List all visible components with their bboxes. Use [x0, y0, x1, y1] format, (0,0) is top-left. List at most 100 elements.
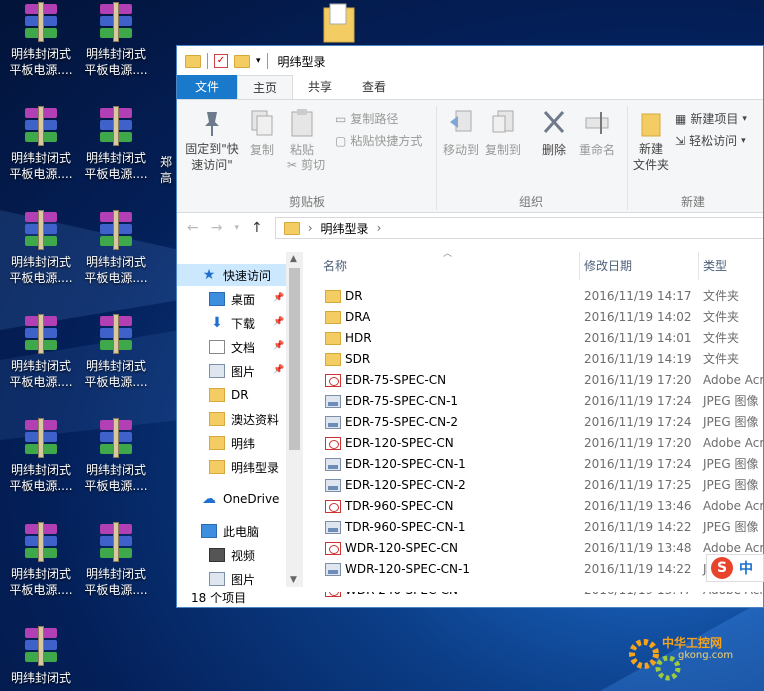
delete-button[interactable]: 删除 [537, 108, 571, 158]
breadcrumb-current[interactable]: 明纬型录 [321, 220, 369, 237]
column-type[interactable]: 类型 [703, 252, 727, 280]
desktop-archive-icon[interactable]: 明纬封闭式 平板电源.... [3, 314, 79, 390]
nav-scrollbar[interactable]: ▲ ▼ [286, 252, 303, 587]
column-name[interactable]: 名称 [323, 252, 347, 280]
copy-to-button[interactable]: 复制到 [483, 108, 523, 158]
chevron-down-icon[interactable]: ▾ [234, 223, 239, 233]
nav-item[interactable]: 此电脑 [201, 520, 259, 542]
pin-icon[interactable]: 📌 [273, 293, 284, 303]
desktop-archive-icon[interactable]: 明纬封闭式 平板电源.... [78, 314, 154, 390]
nav-item[interactable]: 图片 [209, 360, 255, 382]
rename-button[interactable]: 重命名 [575, 108, 619, 158]
desktop-archive-icon[interactable]: 明纬封闭式 平板电源.... [78, 106, 154, 182]
file-row[interactable]: EDR-120-SPEC-CN-2 2016/11/19 17:25 JPEG 图像 [303, 475, 763, 496]
desktop-archive-icon[interactable]: 明纬封闭式 平板电源.... [78, 2, 154, 78]
paste-button[interactable]: 粘贴 [285, 108, 319, 158]
scroll-up-icon[interactable]: ▲ [290, 254, 297, 264]
nav-item[interactable]: 明纬 [209, 432, 255, 454]
desktop-archive-icon[interactable]: 明纬封闭式 平板电源.... [78, 210, 154, 286]
folder-icon [283, 221, 300, 235]
desktop-archive-icon[interactable]: 明纬封闭式 平板电源.... [78, 418, 154, 494]
copy-button[interactable]: 复制 [245, 108, 279, 158]
file-type: Adobe Acr [703, 499, 764, 513]
desktop-archive-icon[interactable]: 明纬封闭式 平板电源.... [78, 522, 154, 598]
desktop-archive-icon[interactable]: 明纬封闭式 平板电源.... [3, 2, 79, 78]
file-date: 2016/11/19 17:20 [584, 373, 692, 387]
pin-icon[interactable]: 📌 [273, 317, 284, 327]
column-date[interactable]: 修改日期 [584, 252, 632, 280]
copy-to-label: 复制到 [484, 143, 521, 157]
cut-button[interactable]: ✂ 剪切 [287, 156, 325, 173]
file-row[interactable]: DRA 2016/11/19 14:02 文件夹 [303, 307, 763, 328]
nav-item[interactable]: ⬇ 下载 [209, 312, 255, 334]
copy-path-icon: ▭ [335, 111, 347, 126]
pin-icon[interactable]: 📌 [273, 341, 284, 351]
back-arrow-icon[interactable]: ← [187, 220, 199, 236]
divider[interactable] [579, 252, 580, 280]
file-date: 2016/11/19 17:20 [584, 436, 692, 450]
file-date: 2016/11/19 14:02 [584, 310, 692, 324]
new-folder-icon[interactable] [234, 54, 250, 68]
ime-toolbar[interactable]: S 中 [706, 554, 764, 582]
easy-access-label: 轻松访问 [689, 134, 738, 148]
paste-shortcut-label: 粘贴快捷方式 [350, 134, 423, 148]
desktop-archive-icon[interactable]: 明纬封闭式 平板电源.... [3, 210, 79, 286]
sogou-logo-icon[interactable]: S [711, 557, 733, 579]
address-input[interactable]: › 明纬型录 › [274, 217, 763, 239]
paste-shortcut-button[interactable]: ▢ 粘贴快捷方式 [335, 132, 422, 149]
desktop-archive-icon[interactable]: 明纬封闭式 平板电源.... [3, 106, 79, 182]
organize-group-label: 组织 [519, 195, 544, 209]
file-row[interactable]: DR 2016/11/19 14:17 文件夹 [303, 286, 763, 307]
nav-item[interactable]: 文档 [209, 336, 255, 358]
tab-view[interactable]: 查看 [347, 75, 401, 99]
desktop-icon-label: 明纬封闭式 平板电源.... [84, 359, 148, 389]
new-folder-button[interactable]: 新建 文件夹 [631, 108, 671, 173]
scroll-down-icon[interactable]: ▼ [290, 575, 297, 585]
desktop-archive-icon[interactable]: 明纬封闭式 [3, 626, 79, 686]
folder-icon [209, 436, 225, 450]
chevron-down-icon[interactable]: ▾ [256, 56, 261, 66]
file-row[interactable]: EDR-75-SPEC-CN-2 2016/11/19 17:24 JPEG 图像 [303, 412, 763, 433]
file-type: 文件夹 [703, 331, 740, 345]
move-to-button[interactable]: 移动到 [441, 108, 481, 158]
nav-item[interactable]: ★ 快速访问 [177, 264, 287, 286]
desktop-archive-icon[interactable]: 明纬封闭式 平板电源.... [3, 418, 79, 494]
desktop-folder-icon[interactable] [322, 2, 356, 44]
nav-item[interactable]: ☁ OneDrive [201, 488, 279, 510]
nav-item[interactable]: 澳达资料 [209, 408, 279, 430]
breadcrumb-separator[interactable]: › [377, 221, 382, 235]
tab-file[interactable]: 文件 [177, 75, 237, 99]
file-row[interactable]: TDR-960-SPEC-CN-1 2016/11/19 14:22 JPEG 图像 [303, 517, 763, 538]
winrar-archive-icon [97, 210, 135, 250]
pin-quick-access-button[interactable]: 固定到"快 速访问" [183, 108, 241, 173]
nav-item[interactable]: 视频 [209, 544, 255, 566]
properties-icon[interactable]: ✓ [214, 54, 228, 68]
file-row[interactable]: WDR-120-SPEC-CN 2016/11/19 13:48 Adobe Acr [303, 538, 763, 559]
new-item-button[interactable]: ▦ 新建项目 ▾ [675, 110, 747, 127]
file-row[interactable]: TDR-960-SPEC-CN 2016/11/19 13:46 Adobe Acr [303, 496, 764, 517]
tab-home[interactable]: 主页 [237, 75, 294, 99]
pin-icon[interactable]: 📌 [273, 365, 284, 375]
desktop-partial-icon[interactable]: 郑 高 [160, 154, 176, 186]
tab-share[interactable]: 共享 [293, 75, 347, 99]
desktop-archive-icon[interactable]: 明纬封闭式 平板电源.... [3, 522, 79, 598]
nav-item[interactable]: 桌面 [209, 288, 255, 310]
nav-item[interactable]: 明纬型录 [209, 456, 279, 478]
easy-access-button[interactable]: ⇲ 轻松访问 ▾ [675, 132, 746, 149]
file-row[interactable]: SDR 2016/11/19 14:19 文件夹 [303, 349, 763, 370]
divider[interactable] [698, 252, 699, 280]
up-arrow-icon[interactable]: ↑ [251, 220, 263, 236]
file-row[interactable]: WDR-120-SPEC-CN-12016/11/19 14:22JPEG 图像 [303, 559, 763, 580]
scroll-thumb[interactable] [289, 268, 300, 450]
file-row[interactable]: EDR-120-SPEC-CN-1 2016/11/19 17:24 JPEG 图像 [303, 454, 763, 475]
copy-path-button[interactable]: ▭ 复制路径 [335, 110, 398, 127]
ime-mode[interactable]: 中 [739, 558, 753, 578]
watermark-title: 中华工控网 [662, 636, 723, 650]
file-row[interactable]: EDR-75-SPEC-CN 2016/11/19 17:20 Adobe Acr [303, 370, 763, 391]
forward-arrow-icon[interactable]: → [211, 220, 223, 236]
nav-item[interactable]: DR [209, 384, 249, 406]
file-row[interactable]: HDR 2016/11/19 14:01 文件夹 [303, 328, 763, 349]
file-row[interactable]: EDR-75-SPEC-CN-1 2016/11/19 17:24 JPEG 图像 [303, 391, 763, 412]
file-row[interactable]: EDR-120-SPEC-CN 2016/11/19 17:20 Adobe Acr [303, 433, 763, 454]
file-type: JPEG 图像 [703, 520, 759, 534]
